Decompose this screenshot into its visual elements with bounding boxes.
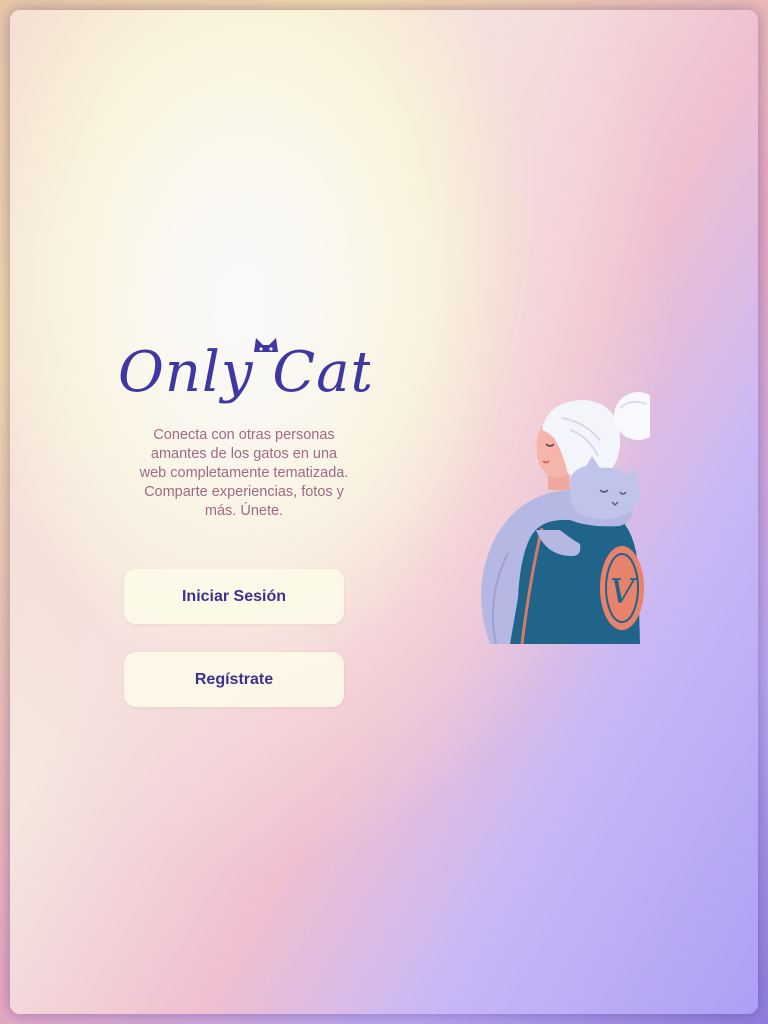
svg-text:V: V: [610, 572, 638, 612]
register-button[interactable]: Regístrate: [124, 652, 344, 707]
app-window: Only Cats Conecta con otras personas ama…: [10, 10, 758, 1014]
app-logo: Only Cats: [118, 338, 370, 405]
login-button[interactable]: Iniciar Sesión: [124, 569, 344, 624]
logo-text: Only Cats: [118, 340, 370, 405]
woman-hugging-cat-illustration: V: [481, 392, 650, 644]
tagline: Conecta con otras personas amantes de lo…: [139, 427, 349, 519]
